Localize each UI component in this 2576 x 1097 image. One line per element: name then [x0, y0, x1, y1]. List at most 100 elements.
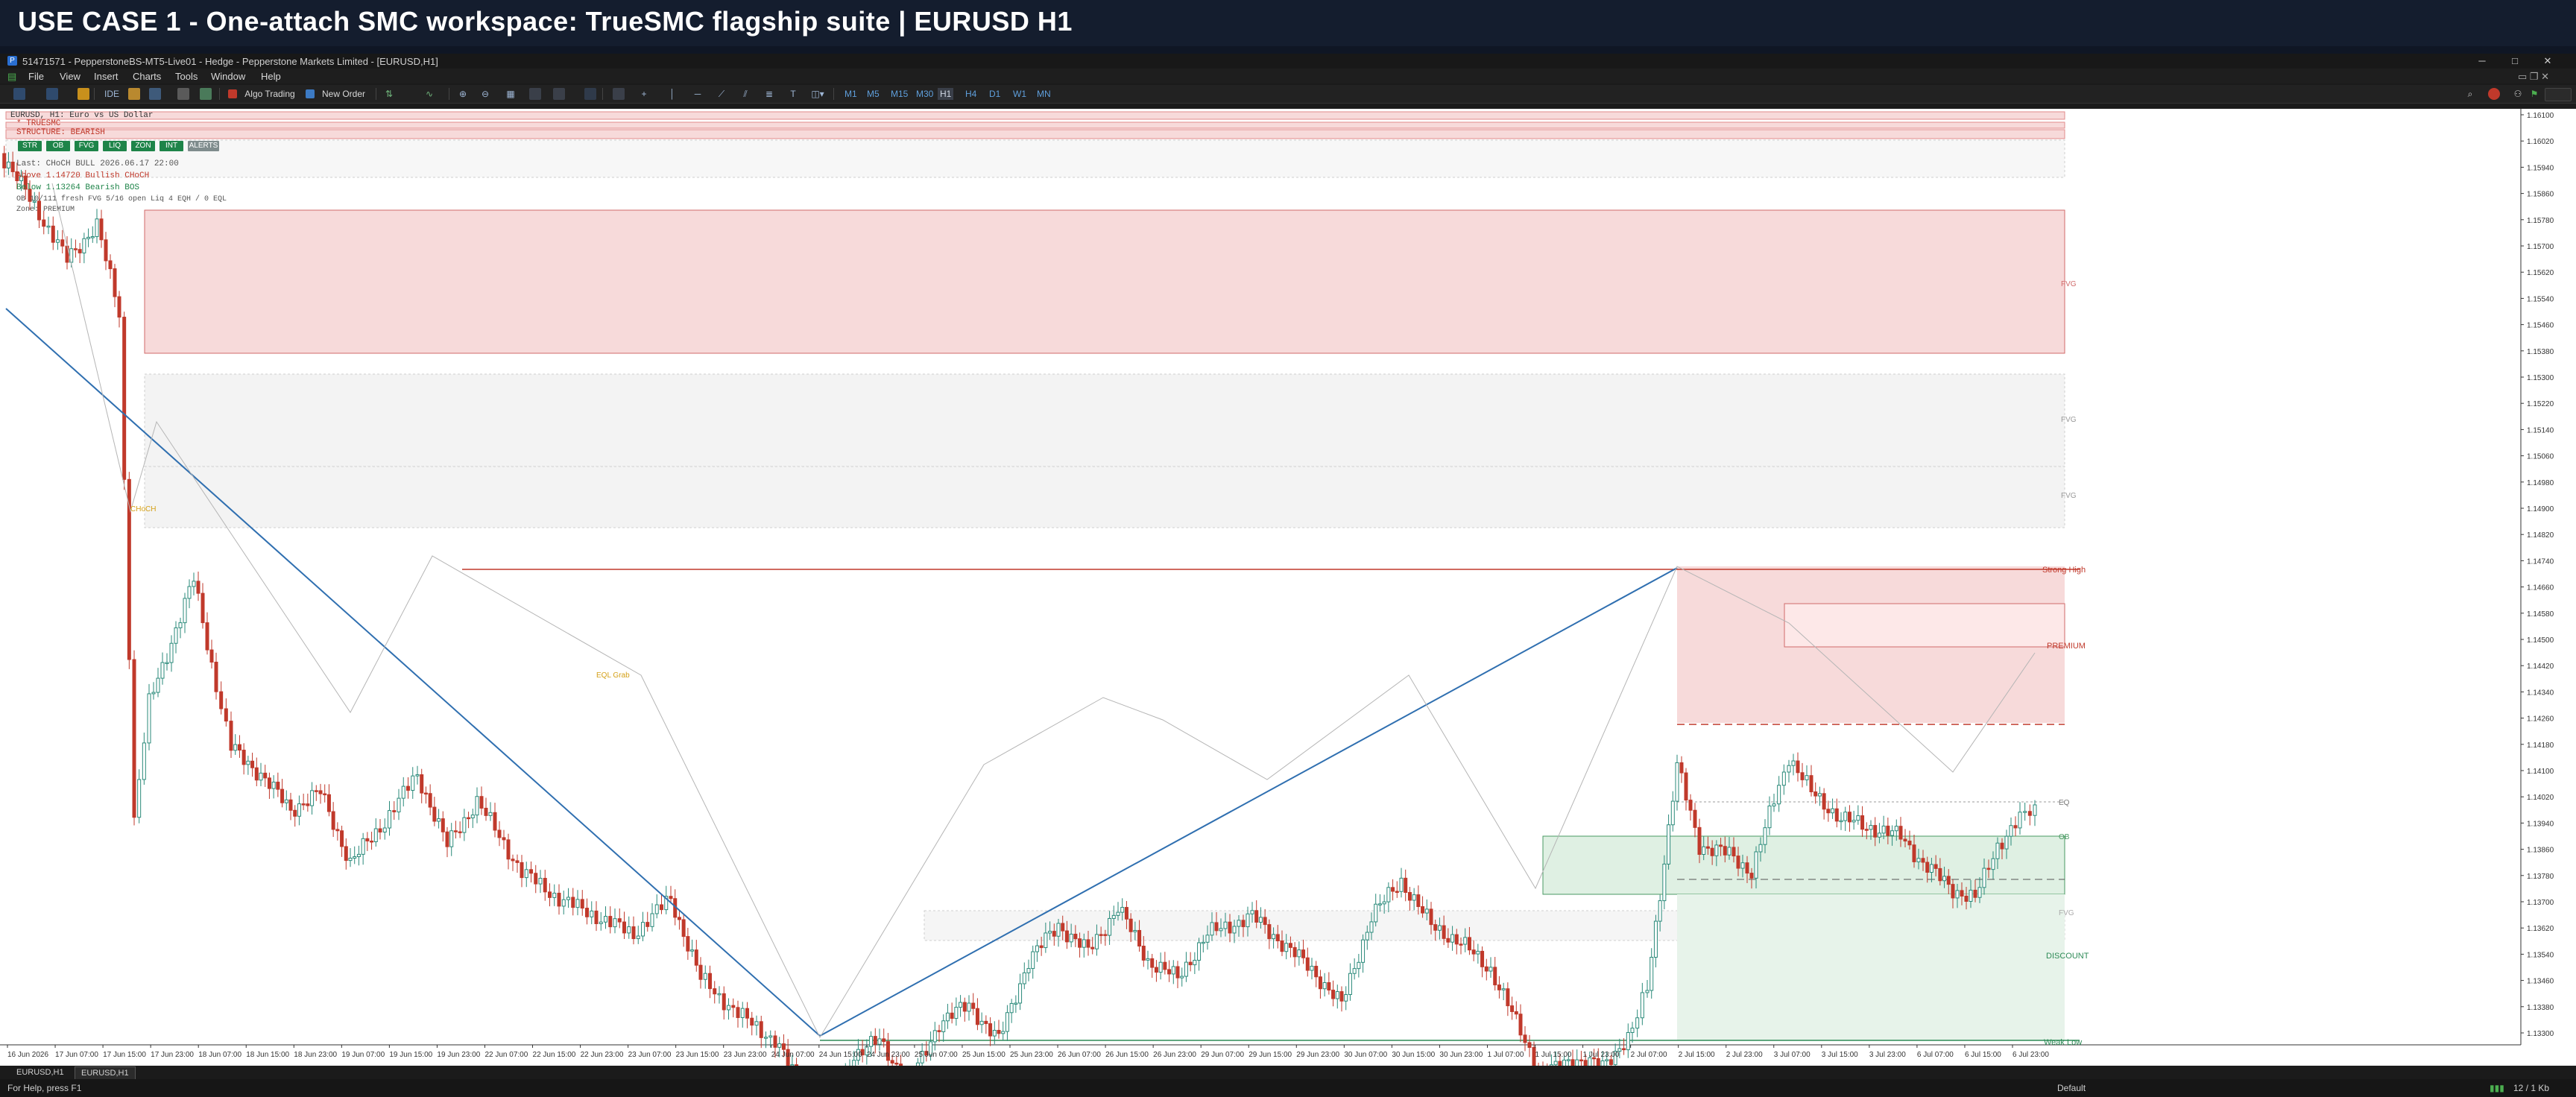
cursor-icon[interactable] [613, 88, 625, 100]
candle [1386, 887, 1391, 902]
candle [590, 910, 594, 917]
tf-m15[interactable]: M15 [888, 88, 910, 100]
candle [1938, 867, 1942, 882]
fibonacci-icon[interactable]: ≣ [763, 88, 775, 100]
candle [214, 661, 218, 692]
menu-file[interactable]: File [28, 71, 44, 82]
candle [267, 777, 271, 789]
tf-mn[interactable]: MN [1035, 88, 1053, 100]
price-label: 1.14020 [2527, 794, 2554, 802]
tf-m5[interactable]: M5 [865, 88, 882, 100]
new-order-button[interactable]: New Order [319, 88, 368, 100]
candle [1693, 809, 1697, 828]
indicators-icon[interactable]: ∿ [422, 88, 437, 100]
minimize-icon[interactable]: ─ [2467, 54, 2497, 69]
tf-d1[interactable]: D1 [987, 88, 1003, 100]
candle [608, 916, 613, 928]
candle [1727, 847, 1731, 856]
signals-status-icon[interactable]: ⚑ [2528, 88, 2540, 100]
candle [187, 586, 192, 599]
menu-insert[interactable]: Insert [94, 71, 119, 82]
candle [1890, 830, 1895, 836]
btn-fvg[interactable]: FVG [75, 141, 98, 151]
child-window-controls[interactable]: ▭ ❐ ✕ [2518, 71, 2549, 83]
trade-icon[interactable]: ⇅ [382, 88, 397, 100]
zoom-out-icon[interactable]: ⊖ [479, 88, 492, 100]
crosshair-icon[interactable]: + [638, 88, 650, 100]
tf-h4[interactable]: H4 [963, 88, 979, 100]
candle [1995, 842, 2000, 859]
discount-zone [1677, 894, 2065, 1040]
tf-w1[interactable]: W1 [1011, 88, 1029, 100]
candle [1052, 931, 1056, 937]
candle [1137, 929, 1142, 947]
ide-button[interactable]: IDE [104, 88, 119, 100]
algo-trading-icon[interactable] [228, 89, 237, 98]
time-label: 30 Jun 07:00 [1344, 1051, 1387, 1059]
btn-structure[interactable]: STR [18, 141, 42, 151]
candle [56, 239, 60, 243]
quick-search-box[interactable] [2545, 88, 2572, 101]
maximize-icon[interactable]: □ [2500, 54, 2530, 69]
candle [1210, 922, 1214, 936]
new-order-icon[interactable] [306, 89, 315, 98]
menu-help[interactable]: Help [261, 71, 281, 82]
btn-zones[interactable]: ZON [131, 141, 155, 151]
chart-tabs: EURUSD,H1 EURUSD,H1 [0, 1066, 2576, 1080]
settings-icon[interactable] [177, 88, 189, 100]
notifications-icon[interactable] [2488, 88, 2500, 100]
line-chart-icon[interactable] [584, 88, 596, 100]
tf-m1[interactable]: M1 [842, 88, 859, 100]
lock-icon[interactable] [128, 88, 140, 100]
tf-h1[interactable]: H1 [938, 88, 954, 100]
candle [458, 831, 462, 834]
bullish-order-block [1542, 835, 2065, 895]
candle [160, 662, 165, 679]
bar-chart-icon[interactable] [529, 88, 541, 100]
candle [764, 1037, 768, 1039]
channel-icon[interactable]: ⫽ [739, 88, 751, 100]
menu-view[interactable]: View [60, 71, 80, 82]
candle [571, 897, 575, 908]
fvg-mitigated-zone-2 [144, 466, 2065, 528]
btn-order-blocks[interactable]: OB [46, 141, 70, 151]
zoom-in-icon[interactable]: ⊕ [456, 88, 470, 100]
label-premium: PREMIUM [2047, 642, 2086, 651]
trendline-icon[interactable]: ⟋ [716, 88, 727, 100]
menu-charts[interactable]: Charts [133, 71, 161, 82]
time-label: 1 Jul 07:00 [1487, 1051, 1524, 1059]
text-icon[interactable]: T [787, 88, 799, 100]
btn-alerts[interactable]: ALERTS [188, 141, 219, 151]
menu-tools[interactable]: Tools [175, 71, 198, 82]
close-icon[interactable]: ✕ [2533, 54, 2563, 69]
horizontal-line-icon[interactable]: ─ [692, 88, 704, 100]
chart-area[interactable]: FVG FVG FVG Strong High PREMIUM EQ OB FVG DISCOU… [0, 109, 2576, 1066]
btn-internal[interactable]: INT [160, 141, 183, 151]
candle [1280, 940, 1284, 952]
shapes-icon[interactable]: ◫▾ [809, 88, 826, 100]
tf-m30[interactable]: M30 [914, 88, 935, 100]
price-label: 1.13860 [2527, 847, 2554, 855]
market-watch-icon[interactable] [78, 88, 89, 100]
vertical-line-icon[interactable]: │ [666, 88, 678, 100]
menu-window[interactable]: Window [211, 71, 245, 82]
candle [1339, 991, 1344, 1002]
signals-icon[interactable] [200, 88, 212, 100]
price-chart[interactable]: FVG FVG FVG Strong High PREMIUM EQ OB FVG DISCOU… [0, 109, 2576, 1066]
banner: USE CASE 1 - One-attach SMC workspace: T… [0, 0, 2576, 46]
search-icon[interactable]: ⌕ [2464, 88, 2476, 100]
tab-eurusd-2[interactable]: EURUSD,H1 [75, 1066, 136, 1080]
algo-trading-button[interactable]: Algo Trading [243, 88, 297, 100]
grid-icon[interactable]: ▦ [504, 88, 517, 100]
candle [1120, 907, 1125, 913]
strategy-tester-icon[interactable] [149, 88, 161, 100]
label-fvg-low: FVG [2059, 909, 2074, 917]
candle-chart-icon[interactable] [553, 88, 565, 100]
new-chart-icon[interactable] [13, 88, 25, 100]
tab-eurusd-1[interactable]: EURUSD,H1 [10, 1066, 70, 1078]
candle [604, 916, 607, 923]
account-icon[interactable]: ⚇ [2512, 88, 2524, 100]
menu-app-icon[interactable]: ▤ [7, 71, 16, 83]
profiles-icon[interactable] [46, 88, 58, 100]
btn-liquidity[interactable]: LIQ [103, 141, 127, 151]
